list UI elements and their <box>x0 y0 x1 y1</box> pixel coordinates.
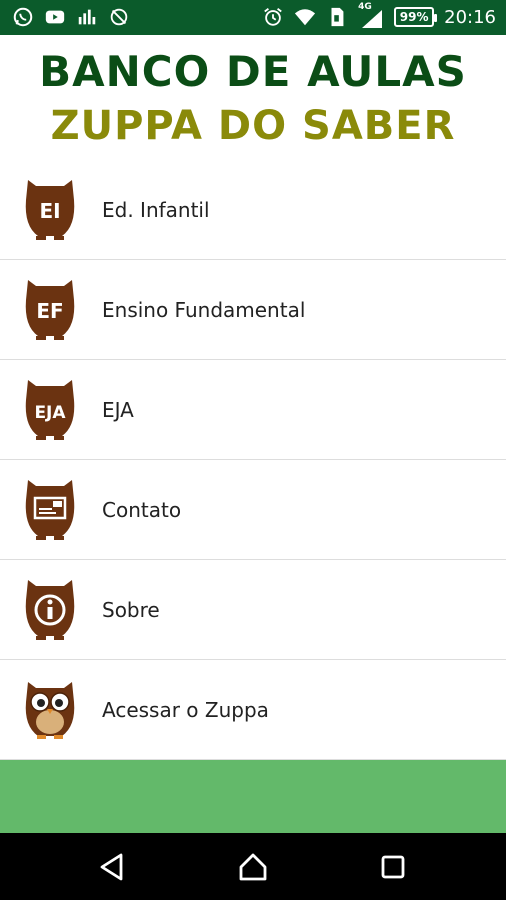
no-signal-icon <box>110 8 128 26</box>
sim-icon <box>331 7 344 27</box>
wifi-icon <box>295 9 316 26</box>
menu-item-sobre[interactable]: Sobre <box>0 560 506 660</box>
app-screen: 4G 99% 20:16 BANCO DE AULAS ZUPPA DO SAB… <box>0 0 506 900</box>
app-header: BANCO DE AULAS ZUPPA DO SABER <box>0 35 506 160</box>
menu-item-label: Acessar o Zuppa <box>102 698 269 722</box>
menu-item-eja[interactable]: EJA EJA <box>0 360 506 460</box>
home-icon[interactable] <box>237 851 269 883</box>
app-subtitle: ZUPPA DO SABER <box>50 103 456 149</box>
owl-eja-text: EJA <box>34 403 66 423</box>
menu-item-label: EJA <box>102 398 134 422</box>
menu-item-label: Sobre <box>102 598 160 622</box>
menu-item-label: Ensino Fundamental <box>102 298 306 322</box>
owl-eja-icon: EJA <box>25 380 75 440</box>
menu-item-label: Ed. Infantil <box>102 198 210 222</box>
alarm-icon <box>264 8 282 26</box>
signal-alt-icon <box>78 9 96 25</box>
menu-item-ensino-fundamental[interactable]: EF Ensino Fundamental <box>0 260 506 360</box>
recents-icon[interactable] <box>377 851 409 883</box>
cell-signal-icon: 4G <box>358 2 384 28</box>
owl-ef-icon: EF <box>25 280 75 340</box>
menu-item-acessar-zuppa[interactable]: Acessar o Zuppa <box>0 660 506 760</box>
menu-item-contato[interactable]: Contato <box>0 460 506 560</box>
owl-mascot-icon <box>25 682 75 739</box>
owl-ei-icon: EI <box>25 180 75 240</box>
menu-item-label: Contato <box>102 498 182 522</box>
owl-mail-icon <box>25 480 75 540</box>
footer-band <box>0 760 506 833</box>
main-menu: EI Ed. Infantil EF Ensino Fundamental EJ… <box>0 160 506 760</box>
battery-icon: 99% <box>394 7 438 27</box>
status-time: 20:16 <box>444 6 496 28</box>
menu-item-ed-infantil[interactable]: EI Ed. Infantil <box>0 160 506 260</box>
youtube-icon <box>45 10 65 24</box>
owl-ef-text: EF <box>36 299 63 323</box>
status-left-icons <box>12 6 130 28</box>
owl-ei-text: EI <box>39 199 60 223</box>
app-title: BANCO DE AULAS <box>39 47 467 96</box>
status-right-icons: 4G 99% 20:16 <box>262 2 496 28</box>
owl-info-icon <box>25 580 75 640</box>
navigation-bar <box>0 833 506 900</box>
whatsapp-icon <box>13 7 33 27</box>
back-icon[interactable] <box>97 851 129 883</box>
battery-level: 99% <box>399 10 429 24</box>
status-bar: 4G 99% 20:16 <box>0 0 506 35</box>
